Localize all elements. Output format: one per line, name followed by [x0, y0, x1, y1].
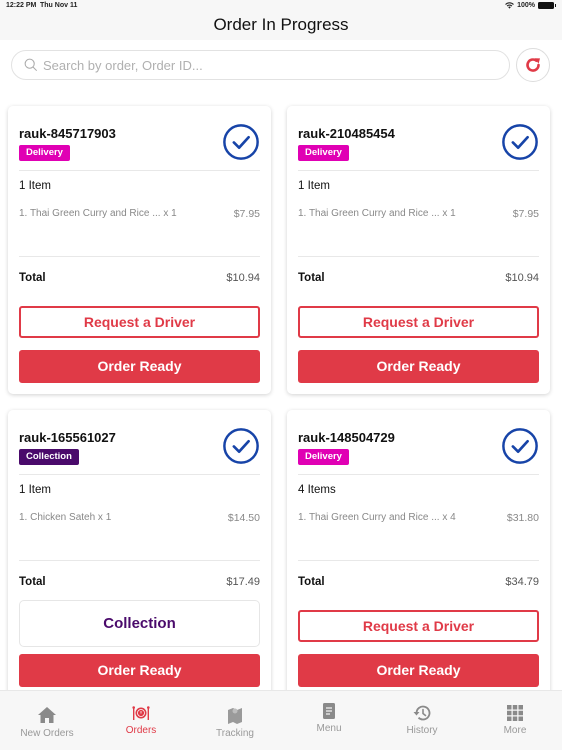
total-label: Total — [19, 272, 46, 284]
divider — [298, 474, 539, 475]
total-value: $17.49 — [226, 576, 260, 588]
total-value: $10.94 — [226, 272, 260, 284]
tab-label: Tracking — [216, 728, 254, 739]
item-count: 4 Items — [298, 484, 336, 496]
order-card: rauk-845717903 Delivery 1 Item 1. Thai G… — [8, 106, 271, 394]
item-price: $14.50 — [227, 512, 260, 524]
divider — [298, 560, 539, 561]
battery-percent: 100% — [517, 2, 535, 9]
order-type-badge: Delivery — [298, 145, 349, 161]
order-ready-button[interactable]: Order Ready — [19, 350, 260, 383]
order-type-badge: Delivery — [19, 145, 70, 161]
order-id: rauk-210485454 — [298, 126, 395, 141]
check-circle-icon[interactable] — [222, 427, 260, 465]
item-count: 1 Item — [298, 180, 330, 192]
divider — [19, 256, 260, 257]
divider — [298, 170, 539, 171]
home-icon — [38, 707, 56, 723]
search-row — [0, 40, 562, 98]
order-card: rauk-148504729 Delivery 4 Items 1. Thai … — [287, 410, 550, 690]
divider — [298, 256, 539, 257]
total-value: $34.79 — [505, 576, 539, 588]
divider — [19, 474, 260, 475]
battery-icon — [538, 2, 556, 9]
tab-bar: New Orders Orders Tracking Menu History … — [0, 690, 562, 750]
item-count: 1 Item — [19, 484, 51, 496]
search-box[interactable] — [11, 50, 510, 80]
tab-tracking[interactable]: Tracking — [188, 691, 282, 750]
item-name: 1. Thai Green Curry and Rice ... x 4 — [298, 512, 456, 523]
check-circle-icon[interactable] — [501, 427, 539, 465]
refresh-icon — [526, 58, 540, 72]
tab-label: Orders — [125, 725, 157, 736]
map-icon — [228, 708, 242, 724]
divider — [19, 170, 260, 171]
total-label: Total — [298, 272, 325, 284]
item-name: 1. Chicken Sateh x 1 — [19, 512, 112, 523]
order-ready-button[interactable]: Order Ready — [19, 654, 260, 687]
search-icon — [24, 58, 38, 72]
history-icon — [413, 705, 431, 721]
tab-new-orders[interactable]: New Orders — [0, 691, 94, 750]
header: Order In Progress — [0, 12, 562, 40]
tab-menu[interactable]: Menu — [282, 691, 376, 750]
orders-icon — [132, 706, 150, 720]
status-bar: 12:22 PM Thu Nov 11 100% — [0, 0, 562, 12]
check-circle-icon[interactable] — [222, 123, 260, 161]
request-driver-button[interactable]: Request a Driver — [298, 610, 539, 642]
menu-document-icon — [323, 703, 335, 719]
tab-label: Menu — [316, 723, 342, 734]
status-right: 100% — [505, 2, 556, 9]
order-type-badge: Collection — [19, 449, 79, 465]
status-date: Thu Nov 11 — [40, 2, 78, 9]
tab-label: New Orders — [20, 728, 74, 739]
tab-label: History — [406, 725, 438, 736]
refresh-button[interactable] — [516, 48, 550, 82]
request-driver-button[interactable]: Request a Driver — [19, 306, 260, 338]
tab-history[interactable]: History — [375, 691, 469, 750]
status-time: 12:22 PM — [6, 2, 37, 9]
page-title: Order In Progress — [213, 15, 349, 34]
tab-more[interactable]: More — [468, 691, 562, 750]
tab-label: More — [503, 725, 527, 736]
search-input[interactable] — [43, 57, 483, 73]
order-ready-button[interactable]: Order Ready — [298, 654, 539, 687]
request-driver-button[interactable]: Request a Driver — [298, 306, 539, 338]
item-name: 1. Thai Green Curry and Rice ... x 1 — [19, 208, 177, 219]
divider — [19, 560, 260, 561]
item-price: $7.95 — [233, 208, 260, 220]
grid-icon — [507, 705, 523, 721]
total-value: $10.94 — [505, 272, 539, 284]
order-id: rauk-148504729 — [298, 430, 395, 445]
check-circle-icon[interactable] — [501, 123, 539, 161]
order-card: rauk-165561027 Collection 1 Item 1. Chic… — [8, 410, 271, 690]
order-type-badge: Delivery — [298, 449, 349, 465]
order-id: rauk-845717903 — [19, 126, 116, 141]
total-label: Total — [298, 576, 325, 588]
collection-button[interactable]: Collection — [19, 600, 260, 647]
order-id: rauk-165561027 — [19, 430, 116, 445]
wifi-icon — [505, 2, 514, 9]
total-label: Total — [19, 576, 46, 588]
tab-orders[interactable]: Orders — [94, 691, 188, 750]
item-price: $7.95 — [512, 208, 539, 220]
item-count: 1 Item — [19, 180, 51, 192]
item-price: $31.80 — [506, 512, 539, 524]
item-name: 1. Thai Green Curry and Rice ... x 1 — [298, 208, 456, 219]
order-card: rauk-210485454 Delivery 1 Item 1. Thai G… — [287, 106, 550, 394]
orders-grid: rauk-845717903 Delivery 1 Item 1. Thai G… — [0, 98, 562, 690]
order-ready-button[interactable]: Order Ready — [298, 350, 539, 383]
